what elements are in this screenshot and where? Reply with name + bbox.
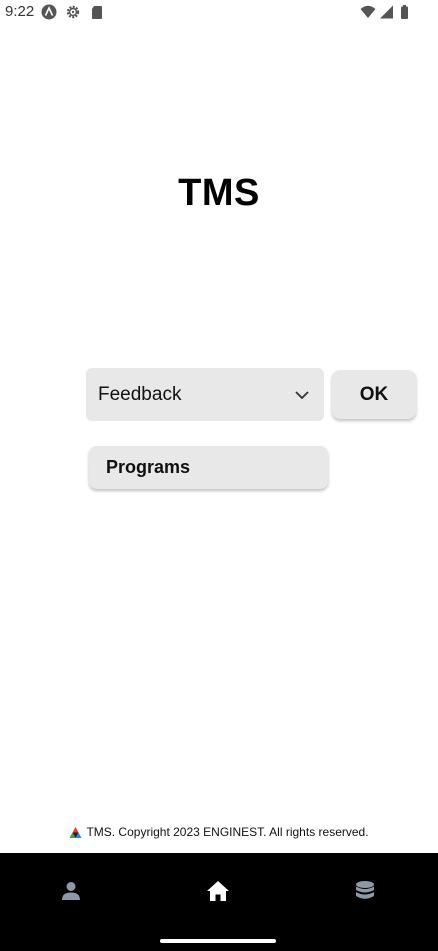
wifi-icon: [360, 5, 376, 18]
copyright-text: TMS. Copyright 2023 ENGINEST. All rights…: [86, 825, 369, 839]
app-title: TMS: [178, 172, 260, 214]
a-badge-icon: [41, 4, 57, 20]
bottom-navigation: [0, 853, 438, 951]
battery-icon: [401, 5, 408, 19]
ok-button[interactable]: OK: [332, 370, 416, 419]
home-indicator-bar[interactable]: [160, 939, 276, 943]
nav-database[interactable]: [345, 877, 385, 905]
cell-signal-icon: [380, 5, 393, 19]
home-icon: [207, 881, 229, 901]
nav-home[interactable]: [198, 877, 238, 905]
programs-button[interactable]: Programs: [89, 446, 328, 489]
copyright-footer: TMS. Copyright 2023 ENGINEST. All rights…: [0, 825, 438, 839]
status-time: 9:22: [5, 3, 35, 20]
enginest-logo-icon: [69, 826, 82, 838]
person-icon: [62, 882, 80, 900]
chevron-down-icon: [295, 391, 309, 400]
sd-card-icon: [92, 6, 102, 19]
database-icon: [356, 881, 374, 899]
nav-profile[interactable]: [51, 877, 91, 905]
status-bar: 9:22: [0, 0, 438, 26]
dropdown-selected-value: Feedback: [98, 384, 182, 405]
feedback-dropdown[interactable]: Feedback: [86, 368, 324, 421]
settings-icon: [66, 5, 80, 19]
